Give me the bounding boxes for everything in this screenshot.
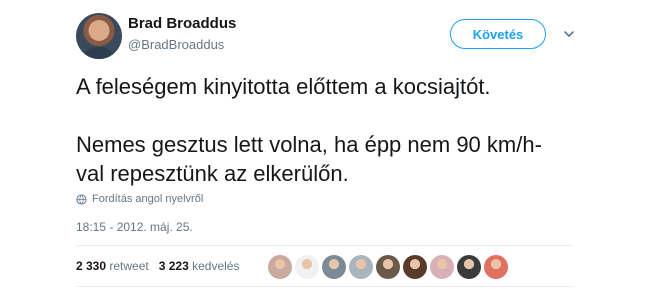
avatar-8-icon[interactable] [457,255,481,279]
likes-count: 3 223 [158,259,189,273]
author-handle[interactable]: @BradBroaddus [128,37,224,52]
author-name[interactable]: Brad Broaddus [128,15,236,32]
likers-avatars [268,255,508,279]
author-avatar[interactable] [76,13,122,59]
translate-label: Fordítás angol nyelvről [92,193,204,205]
tweet-stats: 2 330 retweet 3 223 kedvelés [76,259,239,273]
avatar-6-icon[interactable] [403,255,427,279]
tweet-timestamp[interactable]: 18:15 - 2012. máj. 25. [76,220,193,234]
globe-icon [76,193,87,205]
tweet-card: Brad Broaddus @BradBroaddus Követés A fe… [62,0,590,289]
likes-label: kedvelés [192,259,240,273]
avatar-9-icon[interactable] [484,255,508,279]
retweet-stat[interactable]: 2 330 retweet [76,259,149,273]
retweet-count: 2 330 [76,259,107,273]
avatar-3-icon[interactable] [322,255,346,279]
avatar-5-icon[interactable] [376,255,400,279]
likes-stat[interactable]: 3 223 kedvelés [159,259,240,273]
avatar-4-icon[interactable] [349,255,373,279]
avatar-7-icon[interactable] [430,255,454,279]
retweet-label: retweet [109,259,149,273]
divider [76,245,573,246]
avatar-2-icon[interactable] [295,255,319,279]
avatar-1-icon[interactable] [268,255,292,279]
follow-button[interactable]: Követés [450,19,546,49]
chevron-down-icon[interactable] [562,27,576,41]
translate-link[interactable]: Fordítás angol nyelvről [76,193,203,205]
divider [76,286,573,287]
tweet-text: A feleségem kinyitotta előttem a kocsiaj… [76,74,542,186]
